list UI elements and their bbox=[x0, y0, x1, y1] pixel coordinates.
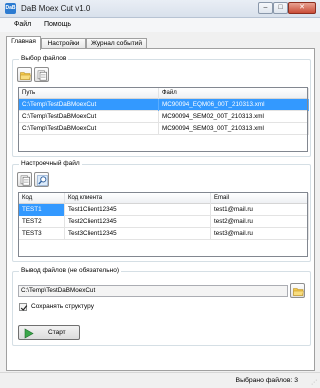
menu-bar: Файл Помощь bbox=[0, 18, 320, 32]
status-text: Выбрано файлов: 3 bbox=[235, 377, 298, 384]
table-row[interactable]: TEST2 Test2Client12345 test2@mail.ru bbox=[19, 216, 309, 228]
column-header-code[interactable]: Код bbox=[19, 193, 65, 204]
menu-file[interactable]: Файл bbox=[14, 21, 31, 28]
output-label: Вывод файлов (не обязательно) bbox=[19, 267, 121, 274]
output-path-field[interactable]: C:\Temp\TestDaBMoexCut bbox=[18, 285, 288, 297]
cell-path: C:\Temp\TestDaBMoexCut bbox=[19, 111, 159, 123]
column-header-client-code[interactable]: Код клиента bbox=[65, 193, 211, 204]
cell-code: TEST3 bbox=[19, 228, 65, 240]
folder-icon bbox=[20, 72, 31, 80]
table-row[interactable]: C:\Temp\TestDaBMoexCut MC90094_EQM06_00T… bbox=[19, 99, 309, 111]
main-panel: Выбор файлов Путь Файл C:\Temp\TestDaBMo… bbox=[6, 48, 315, 371]
column-header-file[interactable]: Файл bbox=[159, 88, 309, 99]
table-row[interactable]: C:\Temp\TestDaBMoexCut MC90094_SEM02_00T… bbox=[19, 111, 309, 123]
app-icon: DaB bbox=[5, 3, 16, 14]
checkmark-icon bbox=[20, 305, 28, 311]
close-button[interactable]: ✕ bbox=[288, 2, 316, 14]
settings-file-group: Настроечный файл Код Код клиента Email T… bbox=[12, 160, 311, 262]
start-label: Старт bbox=[48, 329, 66, 336]
settings-file-label: Настроечный файл bbox=[19, 160, 82, 167]
document-icon bbox=[37, 70, 47, 81]
cell-client-code: Test2Client12345 bbox=[65, 216, 211, 228]
settings-grid[interactable]: Код Код клиента Email TEST1 Test1Client1… bbox=[18, 192, 309, 257]
start-button[interactable]: Старт bbox=[18, 325, 80, 340]
copy-files-button[interactable] bbox=[34, 67, 49, 82]
play-icon bbox=[24, 328, 34, 339]
maximize-button[interactable]: □ bbox=[273, 2, 288, 14]
column-header-path[interactable]: Путь bbox=[19, 88, 159, 99]
title-bar: DaB DaB Moex Cut v1.0 – □ ✕ bbox=[0, 0, 320, 18]
window-title: DaB Moex Cut v1.0 bbox=[21, 4, 91, 13]
document-icon bbox=[20, 175, 30, 186]
cell-code: TEST2 bbox=[19, 216, 65, 228]
cell-code: TEST1 bbox=[19, 204, 65, 216]
menu-help[interactable]: Помощь bbox=[44, 21, 71, 28]
minimize-button[interactable]: – bbox=[258, 2, 273, 14]
folder-icon bbox=[293, 288, 304, 296]
table-row[interactable]: TEST1 Test1Client12345 test1@mail.ru bbox=[19, 204, 309, 216]
file-selection-group: Выбор файлов Путь Файл C:\Temp\TestDaBMo… bbox=[12, 55, 311, 157]
cell-path: C:\Temp\TestDaBMoexCut bbox=[19, 123, 159, 135]
cell-file: MC90094_SEM02_00T_210313.xml bbox=[159, 111, 309, 123]
keep-structure-label[interactable]: Сохранять структуру bbox=[31, 303, 94, 310]
cell-email: test1@mail.ru bbox=[211, 204, 309, 216]
file-selection-label: Выбор файлов bbox=[19, 55, 69, 62]
search-settings-button[interactable] bbox=[34, 172, 49, 187]
cell-client-code: Test1Client12345 bbox=[65, 204, 211, 216]
open-folder-button[interactable] bbox=[17, 67, 32, 82]
search-icon bbox=[37, 175, 48, 186]
cell-email: test2@mail.ru bbox=[211, 216, 309, 228]
file-grid-header: Путь Файл bbox=[19, 88, 309, 99]
resize-grip-icon[interactable]: ⋰ bbox=[311, 379, 317, 386]
new-settings-button[interactable] bbox=[17, 172, 32, 187]
cell-client-code: Test3Client12345 bbox=[65, 228, 211, 240]
status-bar: Выбрано файлов: 3 ⋰ bbox=[0, 372, 320, 388]
settings-grid-header: Код Код клиента Email bbox=[19, 193, 309, 204]
browse-output-button[interactable] bbox=[290, 283, 305, 298]
file-grid[interactable]: Путь Файл C:\Temp\TestDaBMoexCut MC90094… bbox=[18, 87, 309, 152]
cell-email: test3@mail.ru bbox=[211, 228, 309, 240]
cell-file: MC90094_SEM03_00T_210313.xml bbox=[159, 123, 309, 135]
table-row[interactable]: TEST3 Test3Client12345 test3@mail.ru bbox=[19, 228, 309, 240]
table-row[interactable]: C:\Temp\TestDaBMoexCut MC90094_SEM03_00T… bbox=[19, 123, 309, 135]
tab-main[interactable]: Главная bbox=[6, 36, 41, 50]
cell-path: C:\Temp\TestDaBMoexCut bbox=[19, 99, 159, 111]
column-header-email[interactable]: Email bbox=[211, 193, 309, 204]
cell-file: MC90094_EQM06_00T_210313.xml bbox=[159, 99, 309, 111]
keep-structure-checkbox[interactable] bbox=[19, 303, 28, 311]
